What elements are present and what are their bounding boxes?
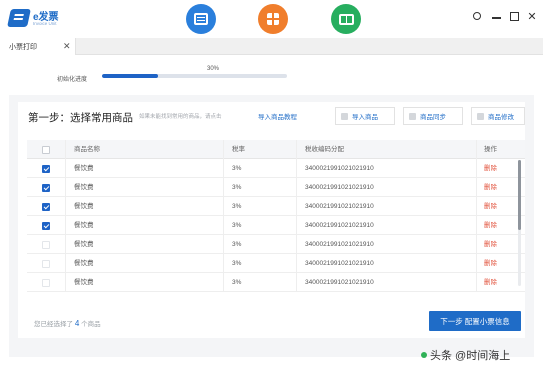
tax-code: 3400021991021021910	[296, 159, 476, 178]
table-header: 商品名称 税率 税收编码分配 操作	[27, 140, 525, 159]
selected-prefix: 您已经选择了	[34, 321, 73, 328]
edit-icon	[477, 113, 484, 120]
goods-table: 商品名称 税率 税收编码分配 操作 餐饮费 3% 340002199102102…	[27, 140, 525, 292]
tax-rate: 3%	[223, 273, 296, 292]
row-checkbox[interactable]	[42, 202, 50, 211]
row-checkbox[interactable]	[42, 221, 50, 230]
gear-icon[interactable]	[470, 9, 484, 23]
select-all-checkbox[interactable]	[42, 145, 50, 154]
delete-link[interactable]: 删除	[484, 203, 497, 210]
import-goods-button[interactable]: 导入商品	[335, 107, 395, 125]
table-row[interactable]: 餐饮费 3% 3400021991021021910 删除	[27, 235, 525, 254]
progress-percent: 30%	[207, 66, 220, 72]
delete-link[interactable]: 删除	[484, 165, 497, 172]
selected-suffix: 个商品	[81, 321, 101, 328]
table-row[interactable]: 餐饮费 3% 3400021991021021910 删除	[27, 254, 525, 273]
watermark: 头条 @时间海上	[421, 347, 510, 363]
tax-code: 3400021991021021910	[296, 273, 476, 292]
import-goods-label: 导入商品	[352, 114, 378, 121]
column-header-rate: 税率	[223, 140, 296, 159]
delete-link[interactable]: 删除	[484, 241, 497, 248]
minimize-icon[interactable]	[489, 9, 503, 23]
tax-rate: 3%	[223, 216, 296, 235]
selected-count: 4	[74, 319, 80, 328]
table-scrollbar[interactable]	[518, 160, 521, 286]
tab-close-icon[interactable]: ✕	[63, 41, 71, 52]
tab-bar: 小票打印 ✕	[0, 38, 543, 55]
delete-link[interactable]: 删除	[484, 260, 497, 267]
watermark-text: 头条 @时间海上	[430, 350, 511, 362]
tab-receipt-print[interactable]: 小票打印 ✕	[0, 38, 76, 55]
sync-goods-button[interactable]: 商品同步	[403, 107, 463, 125]
app-logo: e发票 Invoice Unit	[7, 7, 75, 31]
step-one-panel: 第一步：选择常用商品 如果未能找到常用的商品，请点击 导入商品教程 导入商品 商…	[18, 102, 525, 338]
delete-link[interactable]: 删除	[484, 184, 497, 191]
watermark-icon	[421, 352, 427, 358]
sync-goods-label: 商品同步	[420, 114, 446, 121]
import-tutorial-link[interactable]: 导入商品教程	[258, 111, 297, 121]
init-progress-panel: 初始化进度 30%	[9, 55, 534, 95]
column-header-name: 商品名称	[65, 140, 223, 159]
progress-bar	[102, 74, 287, 78]
tax-rate: 3%	[223, 254, 296, 273]
tab-label: 小票打印	[9, 43, 37, 51]
progress-bar-fill	[102, 74, 158, 78]
sync-icon	[409, 113, 416, 120]
table-row[interactable]: 餐饮费 3% 3400021991021021910 删除	[27, 273, 525, 292]
scrollbar-thumb[interactable]	[518, 160, 521, 230]
row-checkbox[interactable]	[42, 240, 50, 249]
goods-name: 餐饮费	[65, 159, 223, 178]
delete-link[interactable]: 删除	[484, 222, 497, 229]
column-header-code: 税收编码分配	[296, 140, 476, 159]
invoice-icon[interactable]	[186, 4, 216, 34]
close-icon[interactable]: ✕	[525, 9, 539, 23]
tax-code: 3400021991021021910	[296, 216, 476, 235]
logo-subtitle: Invoice Unit	[33, 21, 57, 26]
goods-name: 餐饮费	[65, 216, 223, 235]
tax-rate: 3%	[223, 235, 296, 254]
tax-code: 3400021991021021910	[296, 235, 476, 254]
goods-name: 餐饮费	[65, 273, 223, 292]
goods-name: 餐饮费	[65, 178, 223, 197]
edit-goods-label: 商品修改	[488, 114, 514, 121]
apps-grid-icon[interactable]	[258, 4, 288, 34]
tax-code: 3400021991021021910	[296, 254, 476, 273]
table-row[interactable]: 餐饮费 3% 3400021991021021910 删除	[27, 178, 525, 197]
main-content: 初始化进度 30% 第一步：选择常用商品 如果未能找到常用的商品，请点击 导入商…	[9, 55, 534, 357]
column-header-action: 操作	[476, 140, 525, 159]
row-checkbox[interactable]	[42, 259, 50, 268]
next-step-button[interactable]: 下一步 配置小票信息	[429, 311, 521, 331]
row-checkbox[interactable]	[42, 164, 50, 173]
tax-rate: 3%	[223, 197, 296, 216]
selected-count-info: 您已经选择了 4 个商品	[34, 318, 101, 328]
maximize-icon[interactable]	[507, 9, 521, 23]
table-row[interactable]: 餐饮费 3% 3400021991021021910 删除	[27, 159, 525, 178]
tax-code: 3400021991021021910	[296, 197, 476, 216]
progress-label: 初始化进度	[57, 77, 88, 83]
logo-icon	[7, 9, 31, 27]
edit-goods-button[interactable]: 商品修改	[471, 107, 525, 125]
book-icon[interactable]	[331, 4, 361, 34]
import-icon	[341, 113, 348, 120]
table-row[interactable]: 餐饮费 3% 3400021991021021910 删除	[27, 216, 525, 235]
goods-name: 餐饮费	[65, 197, 223, 216]
goods-name: 餐饮费	[65, 254, 223, 273]
row-checkbox[interactable]	[42, 278, 50, 287]
tax-code: 3400021991021021910	[296, 178, 476, 197]
delete-link[interactable]: 删除	[484, 279, 497, 286]
goods-name: 餐饮费	[65, 235, 223, 254]
tax-rate: 3%	[223, 159, 296, 178]
step-hint: 如果未能找到常用的商品，请点击	[139, 114, 222, 120]
title-bar: e发票 Invoice Unit ✕	[0, 0, 543, 38]
step-title: 第一步：选择常用商品	[28, 112, 133, 124]
select-all-cell	[27, 140, 65, 159]
tax-rate: 3%	[223, 178, 296, 197]
row-checkbox[interactable]	[42, 183, 50, 192]
table-row[interactable]: 餐饮费 3% 3400021991021021910 删除	[27, 197, 525, 216]
